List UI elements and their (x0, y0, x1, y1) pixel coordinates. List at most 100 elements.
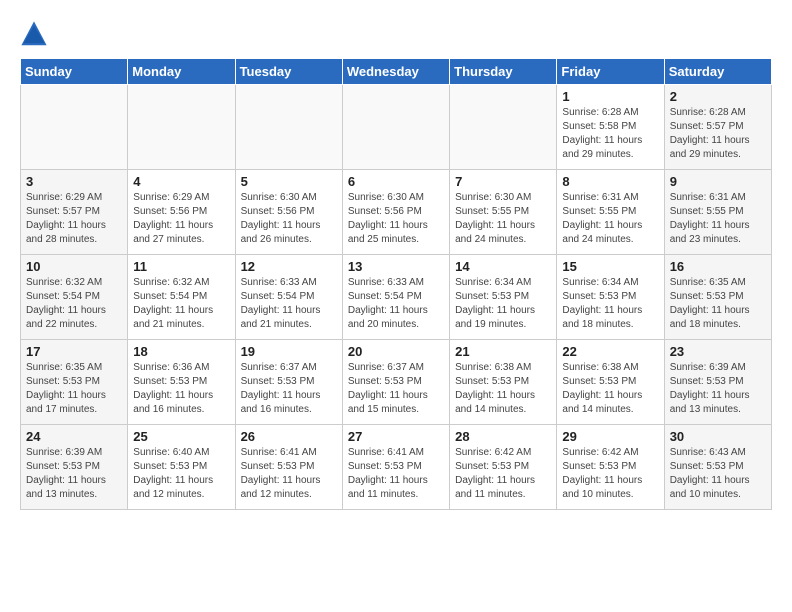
day-number: 20 (348, 344, 444, 359)
day-number: 27 (348, 429, 444, 444)
day-number: 12 (241, 259, 337, 274)
day-number: 22 (562, 344, 658, 359)
calendar-cell: 28Sunrise: 6:42 AM Sunset: 5:53 PM Dayli… (450, 425, 557, 510)
calendar-cell: 25 Sunrise: 6:40 AM Sunset: 5:53 PM Dayli… (128, 425, 235, 510)
day-info: Sunrise: 6:38 AM Sunset: 5:53 PM Dayligh… (562, 361, 658, 417)
day-number: 26 (241, 429, 337, 444)
day-number: 28 (455, 429, 551, 444)
day-number: 16 (670, 259, 766, 274)
calendar-cell: 7 Sunrise: 6:30 AM Sunset: 5:55 PM Daylig… (450, 170, 557, 255)
day-info: Sunrise: 6:28 AM Sunset: 5:58 PM Dayligh… (562, 106, 658, 162)
day-number: 3 (26, 174, 122, 189)
day-info: Sunrise: 6:35 AM Sunset: 5:53 PM Dayligh… (26, 361, 122, 417)
day-info: Sunrise: 6:28 AM Sunset: 5:57 PM Dayligh… (670, 106, 766, 162)
calendar-cell: 26 Sunrise: 6:41 AM Sunset: 5:53 PM Dayli… (235, 425, 342, 510)
day-info: Sunrise: 6:42 AM Sunset: 5:53 PM Dayligh… (562, 446, 658, 502)
day-number: 8 (562, 174, 658, 189)
calendar-cell (235, 85, 342, 170)
header (20, 20, 772, 48)
day-number: 23 (670, 344, 766, 359)
day-info: Sunrise: 6:34 AM Sunset: 5:53 PM Dayligh… (562, 276, 658, 332)
day-number: 18 (133, 344, 229, 359)
day-info: Sunrise: 6:32 AM Sunset: 5:54 PM Dayligh… (133, 276, 229, 332)
header-row: SundayMondayTuesdayWednesdayThursdayFrid… (21, 59, 772, 85)
calendar-cell: 4 Sunrise: 6:29 AM Sunset: 5:56 PM Daylig… (128, 170, 235, 255)
day-info: Sunrise: 6:43 AM Sunset: 5:53 PM Dayligh… (670, 446, 766, 502)
calendar-week-4: 24 Sunrise: 6:39 AM Sunset: 5:53 PM Dayli… (21, 425, 772, 510)
day-info: Sunrise: 6:41 AM Sunset: 5:53 PM Dayligh… (348, 446, 444, 502)
day-number: 15 (562, 259, 658, 274)
day-number: 21 (455, 344, 551, 359)
day-info: Sunrise: 6:31 AM Sunset: 5:55 PM Dayligh… (670, 191, 766, 247)
calendar-cell: 8 Sunrise: 6:31 AM Sunset: 5:55 PM Daylig… (557, 170, 664, 255)
calendar-week-2: 10Sunrise: 6:32 AM Sunset: 5:54 PM Dayli… (21, 255, 772, 340)
day-info: Sunrise: 6:41 AM Sunset: 5:53 PM Dayligh… (241, 446, 337, 502)
calendar-week-1: 3Sunrise: 6:29 AM Sunset: 5:57 PM Daylig… (21, 170, 772, 255)
day-info: Sunrise: 6:39 AM Sunset: 5:53 PM Dayligh… (26, 446, 122, 502)
day-info: Sunrise: 6:33 AM Sunset: 5:54 PM Dayligh… (241, 276, 337, 332)
day-info: Sunrise: 6:30 AM Sunset: 5:55 PM Dayligh… (455, 191, 551, 247)
calendar-cell: 2 Sunrise: 6:28 AM Sunset: 5:57 PM Daylig… (664, 85, 771, 170)
calendar-cell: 21Sunrise: 6:38 AM Sunset: 5:53 PM Dayli… (450, 340, 557, 425)
calendar-cell: 19Sunrise: 6:37 AM Sunset: 5:53 PM Dayli… (235, 340, 342, 425)
calendar-cell: 22 Sunrise: 6:38 AM Sunset: 5:53 PM Dayli… (557, 340, 664, 425)
calendar-cell: 5 Sunrise: 6:30 AM Sunset: 5:56 PM Daylig… (235, 170, 342, 255)
calendar-cell: 17 Sunrise: 6:35 AM Sunset: 5:53 PM Dayli… (21, 340, 128, 425)
calendar-cell: 30 Sunrise: 6:43 AM Sunset: 5:53 PM Dayli… (664, 425, 771, 510)
page: SundayMondayTuesdayWednesdayThursdayFrid… (0, 0, 792, 520)
day-header-monday: Monday (128, 59, 235, 85)
calendar-cell: 1Sunrise: 6:28 AM Sunset: 5:58 PM Daylig… (557, 85, 664, 170)
day-header-friday: Friday (557, 59, 664, 85)
calendar-body: 1Sunrise: 6:28 AM Sunset: 5:58 PM Daylig… (21, 85, 772, 510)
day-info: Sunrise: 6:37 AM Sunset: 5:53 PM Dayligh… (348, 361, 444, 417)
day-number: 29 (562, 429, 658, 444)
calendar-cell: 10Sunrise: 6:32 AM Sunset: 5:54 PM Dayli… (21, 255, 128, 340)
day-info: Sunrise: 6:33 AM Sunset: 5:54 PM Dayligh… (348, 276, 444, 332)
day-info: Sunrise: 6:34 AM Sunset: 5:53 PM Dayligh… (455, 276, 551, 332)
day-header-tuesday: Tuesday (235, 59, 342, 85)
calendar-cell: 24 Sunrise: 6:39 AM Sunset: 5:53 PM Dayli… (21, 425, 128, 510)
day-info: Sunrise: 6:35 AM Sunset: 5:53 PM Dayligh… (670, 276, 766, 332)
day-header-sunday: Sunday (21, 59, 128, 85)
day-info: Sunrise: 6:30 AM Sunset: 5:56 PM Dayligh… (348, 191, 444, 247)
calendar-cell: 6 Sunrise: 6:30 AM Sunset: 5:56 PM Daylig… (342, 170, 449, 255)
calendar-cell: 23 Sunrise: 6:39 AM Sunset: 5:53 PM Dayli… (664, 340, 771, 425)
calendar-cell: 12 Sunrise: 6:33 AM Sunset: 5:54 PM Dayli… (235, 255, 342, 340)
day-info: Sunrise: 6:39 AM Sunset: 5:53 PM Dayligh… (670, 361, 766, 417)
calendar-cell: 3Sunrise: 6:29 AM Sunset: 5:57 PM Daylig… (21, 170, 128, 255)
calendar-cell: 29 Sunrise: 6:42 AM Sunset: 5:53 PM Dayli… (557, 425, 664, 510)
logo-icon (20, 20, 48, 48)
day-number: 24 (26, 429, 122, 444)
calendar-cell: 11Sunrise: 6:32 AM Sunset: 5:54 PM Dayli… (128, 255, 235, 340)
day-info: Sunrise: 6:32 AM Sunset: 5:54 PM Dayligh… (26, 276, 122, 332)
calendar-cell (21, 85, 128, 170)
calendar-cell (450, 85, 557, 170)
day-number: 6 (348, 174, 444, 189)
day-number: 19 (241, 344, 337, 359)
calendar-cell: 15 Sunrise: 6:34 AM Sunset: 5:53 PM Dayli… (557, 255, 664, 340)
calendar-cell: 9 Sunrise: 6:31 AM Sunset: 5:55 PM Daylig… (664, 170, 771, 255)
day-info: Sunrise: 6:29 AM Sunset: 5:56 PM Dayligh… (133, 191, 229, 247)
calendar-week-0: 1Sunrise: 6:28 AM Sunset: 5:58 PM Daylig… (21, 85, 772, 170)
calendar-table: SundayMondayTuesdayWednesdayThursdayFrid… (20, 58, 772, 510)
day-number: 25 (133, 429, 229, 444)
calendar-cell: 18 Sunrise: 6:36 AM Sunset: 5:53 PM Dayli… (128, 340, 235, 425)
calendar-cell: 20 Sunrise: 6:37 AM Sunset: 5:53 PM Dayli… (342, 340, 449, 425)
day-number: 7 (455, 174, 551, 189)
day-number: 2 (670, 89, 766, 104)
day-number: 4 (133, 174, 229, 189)
calendar-cell: 14 Sunrise: 6:34 AM Sunset: 5:53 PM Dayli… (450, 255, 557, 340)
day-info: Sunrise: 6:30 AM Sunset: 5:56 PM Dayligh… (241, 191, 337, 247)
day-number: 9 (670, 174, 766, 189)
day-info: Sunrise: 6:31 AM Sunset: 5:55 PM Dayligh… (562, 191, 658, 247)
day-header-saturday: Saturday (664, 59, 771, 85)
day-number: 5 (241, 174, 337, 189)
calendar-cell: 13Sunrise: 6:33 AM Sunset: 5:54 PM Dayli… (342, 255, 449, 340)
day-number: 14 (455, 259, 551, 274)
day-number: 30 (670, 429, 766, 444)
day-number: 17 (26, 344, 122, 359)
day-info: Sunrise: 6:40 AM Sunset: 5:53 PM Dayligh… (133, 446, 229, 502)
day-info: Sunrise: 6:36 AM Sunset: 5:53 PM Dayligh… (133, 361, 229, 417)
calendar-cell: 27 Sunrise: 6:41 AM Sunset: 5:53 PM Dayli… (342, 425, 449, 510)
calendar-header: SundayMondayTuesdayWednesdayThursdayFrid… (21, 59, 772, 85)
